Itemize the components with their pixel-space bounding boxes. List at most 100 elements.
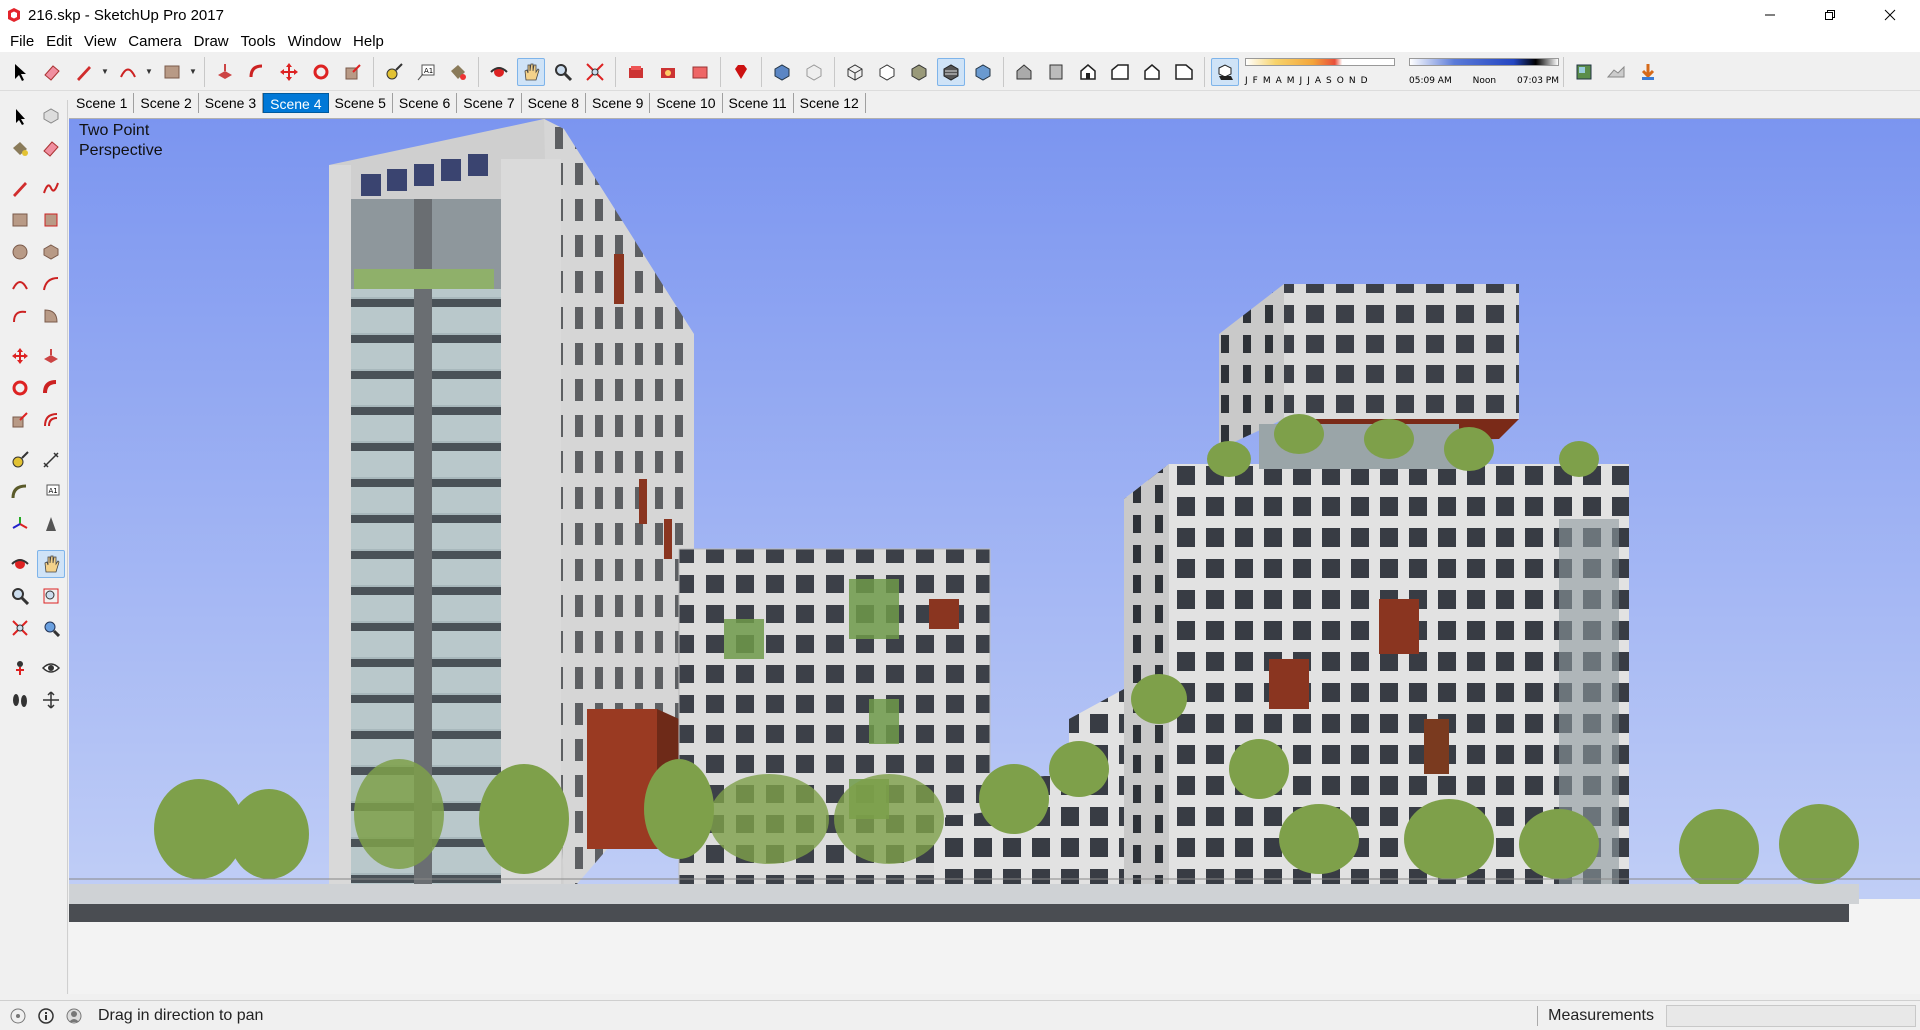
pan-tool-button[interactable] [517, 57, 545, 86]
menu-file[interactable]: File [4, 33, 40, 50]
scene-tab-8[interactable]: Scene 8 [522, 93, 586, 113]
three-point-arc-tool-button[interactable] [6, 302, 34, 330]
zoom-tool-button[interactable] [549, 58, 577, 86]
scene-tab-11[interactable]: Scene 11 [723, 93, 794, 113]
line-tool-button[interactable] [6, 174, 34, 202]
push-pull-tool-button[interactable] [38, 342, 66, 370]
time-slider[interactable] [1409, 57, 1559, 66]
dimension-tool-button[interactable] [38, 446, 66, 474]
account-button[interactable] [64, 1006, 84, 1026]
select-tool-button[interactable] [6, 58, 34, 86]
polygon-tool-button[interactable] [38, 238, 66, 266]
shaded-style-button[interactable] [905, 58, 933, 86]
select-tool-button[interactable] [6, 102, 34, 130]
right-view-button[interactable] [1106, 58, 1134, 86]
pan-tool-button[interactable] [37, 550, 65, 578]
extension-warehouse-button[interactable] [686, 58, 714, 86]
two-point-arc-tool-button[interactable] [38, 270, 66, 298]
zoom-extents-tool-button[interactable] [581, 58, 609, 86]
move-tool-button[interactable] [6, 342, 34, 370]
top-view-button[interactable] [1042, 58, 1070, 86]
menu-help[interactable]: Help [347, 33, 390, 50]
ruby-console-button[interactable] [727, 58, 755, 86]
scene-tab-12[interactable]: Scene 12 [794, 93, 866, 113]
back-view-button[interactable] [1138, 58, 1166, 86]
follow-me-tool-button[interactable] [243, 58, 271, 86]
3d-text-tool-button[interactable] [38, 510, 66, 538]
tape-measure-tool-button[interactable] [6, 446, 34, 474]
scene-tab-9[interactable]: Scene 9 [586, 93, 651, 113]
menu-draw[interactable]: Draw [188, 33, 235, 50]
menu-camera[interactable]: Camera [122, 33, 187, 50]
rectangle-tool-button[interactable] [6, 206, 34, 234]
orbit-tool-button[interactable] [6, 550, 33, 578]
menu-tools[interactable]: Tools [235, 33, 282, 50]
move-tool-button[interactable] [275, 58, 303, 86]
section-plane-tool-button[interactable] [38, 686, 66, 714]
shaded-textures-style-button[interactable] [937, 57, 965, 86]
scene-tab-2[interactable]: Scene 2 [134, 93, 199, 113]
menu-edit[interactable]: Edit [40, 33, 78, 50]
scene-tab-10[interactable]: Scene 10 [650, 93, 723, 113]
left-view-button[interactable] [1170, 58, 1198, 86]
text-tool-button[interactable]: A1 [412, 58, 440, 86]
hidden-line-style-button[interactable] [873, 58, 901, 86]
eraser-tool-button[interactable] [38, 134, 66, 162]
measurements-input[interactable] [1666, 1005, 1916, 1027]
arc-tool-button[interactable] [6, 270, 34, 298]
shadows-toggle-button[interactable] [1211, 57, 1239, 86]
xray-style-button[interactable] [768, 58, 796, 86]
paint-bucket-tool-button[interactable] [444, 58, 472, 86]
scene-tab-1[interactable]: Scene 1 [70, 93, 135, 113]
protractor-tool-button[interactable] [6, 478, 34, 506]
scene-tab-6[interactable]: Scene 6 [393, 93, 458, 113]
arc-tool-dropdown[interactable]: ▼ [144, 58, 154, 86]
iso-view-button[interactable] [1010, 58, 1038, 86]
month-slider[interactable] [1245, 57, 1395, 66]
follow-me-tool-button[interactable] [38, 374, 66, 402]
shape-tool-dropdown[interactable]: ▼ [188, 58, 198, 86]
menu-view[interactable]: View [78, 33, 122, 50]
look-around-tool-button[interactable] [38, 654, 66, 682]
text-tool-button[interactable]: A1 [38, 478, 66, 506]
rotate-tool-button[interactable] [307, 58, 335, 86]
paint-bucket-tool-button[interactable] [6, 134, 34, 162]
arc-tool-button[interactable] [114, 58, 142, 86]
add-location-button[interactable] [1570, 58, 1598, 86]
zoom-extents-tool-button[interactable] [6, 614, 34, 642]
model-viewport[interactable]: Two Point Perspective [69, 118, 1920, 994]
pie-tool-button[interactable] [38, 302, 66, 330]
scene-tab-4[interactable]: Scene 4 [263, 93, 329, 113]
front-view-button[interactable] [1074, 58, 1102, 86]
rotate-tool-button[interactable] [6, 374, 34, 402]
photo-textures-button[interactable] [1634, 58, 1662, 86]
axes-tool-button[interactable] [6, 510, 34, 538]
share-model-button[interactable] [654, 58, 682, 86]
line-tool-dropdown[interactable]: ▼ [100, 58, 110, 86]
previous-view-button[interactable] [38, 614, 66, 642]
zoom-window-tool-button[interactable] [38, 582, 66, 610]
orbit-tool-button[interactable] [485, 58, 513, 86]
scale-tool-button[interactable] [6, 406, 34, 434]
restore-button[interactable] [1800, 0, 1860, 30]
scale-tool-button[interactable] [339, 58, 367, 86]
push-pull-tool-button[interactable] [211, 58, 239, 86]
scene-tab-5[interactable]: Scene 5 [329, 93, 393, 113]
3d-warehouse-button[interactable] [622, 58, 650, 86]
minimize-button[interactable] [1740, 0, 1800, 30]
back-edges-style-button[interactable] [800, 58, 828, 86]
walk-tool-button[interactable] [6, 686, 34, 714]
make-component-button[interactable] [38, 102, 66, 130]
wireframe-style-button[interactable] [841, 58, 869, 86]
rectangle-tool-button[interactable] [158, 58, 186, 86]
geo-location-status-button[interactable] [8, 1006, 28, 1026]
monochrome-style-button[interactable] [969, 58, 997, 86]
credits-button[interactable] [36, 1006, 56, 1026]
position-camera-tool-button[interactable] [6, 654, 34, 682]
rotated-rectangle-tool-button[interactable] [38, 206, 66, 234]
line-tool-button[interactable] [70, 58, 98, 86]
eraser-tool-button[interactable] [38, 58, 66, 86]
scene-tab-7[interactable]: Scene 7 [457, 93, 522, 113]
offset-tool-button[interactable] [38, 406, 66, 434]
toggle-terrain-button[interactable] [1602, 58, 1630, 86]
